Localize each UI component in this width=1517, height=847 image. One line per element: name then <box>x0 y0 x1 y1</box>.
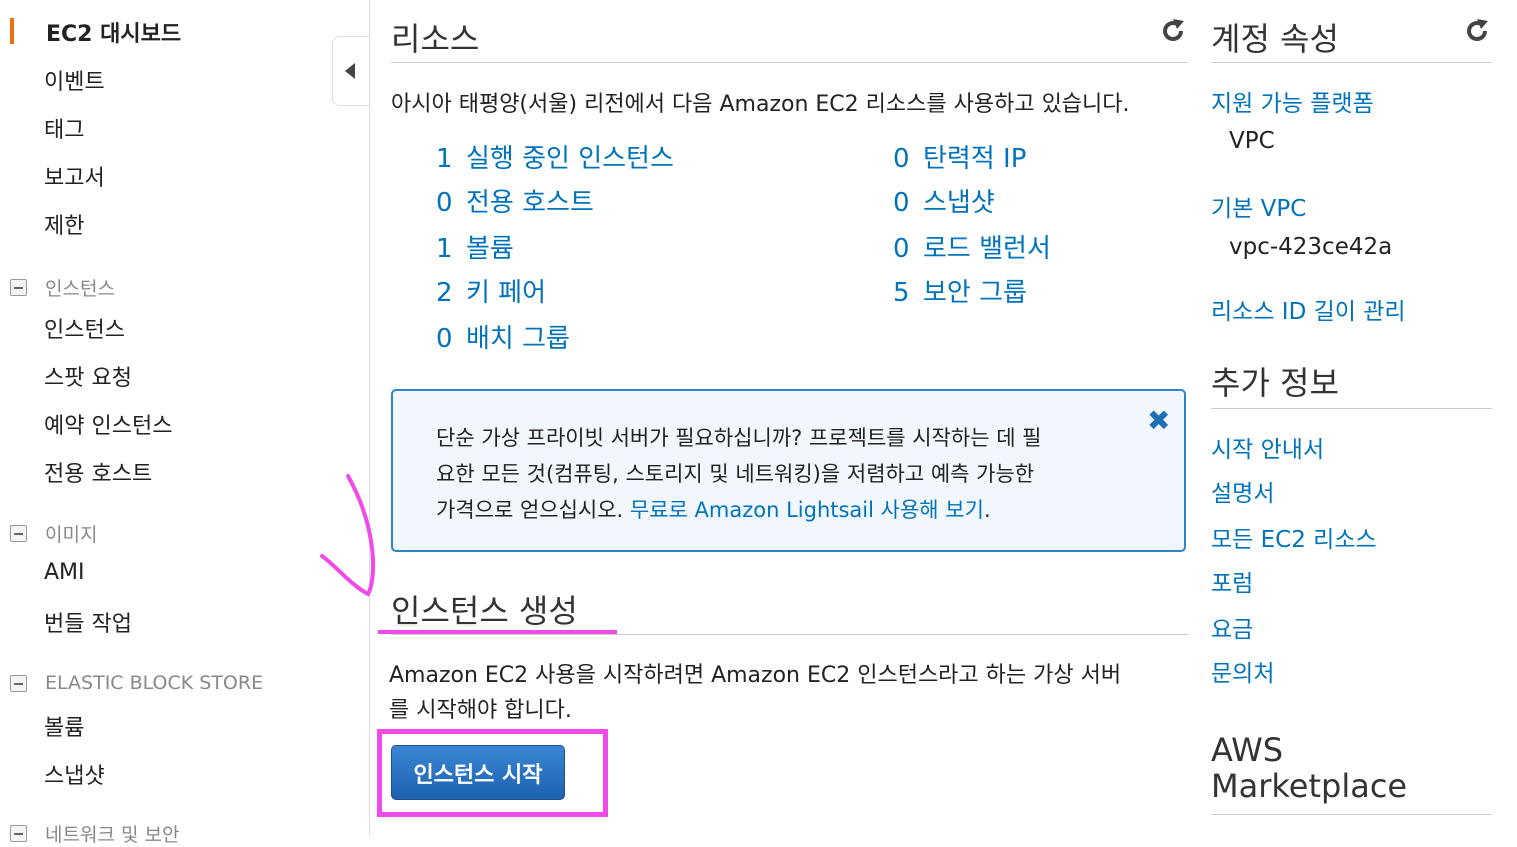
lightsail-link[interactable]: 무료로 Amazon Lightsail 사용해 보기 <box>630 498 984 522</box>
notice-line-3: 가격으로 얻으십시오. 무료로 Amazon Lightsail 사용해 보기. <box>436 494 991 524</box>
sidebar-collapse-handle[interactable] <box>332 36 369 106</box>
notice-line-2: 요한 모든 것(컴퓨팅, 스토리지 및 네트워킹)을 저렴하고 예측 가능한 <box>436 462 1035 486</box>
refresh-icon[interactable] <box>1160 18 1186 44</box>
close-icon[interactable]: ✖ <box>1147 404 1170 437</box>
resource-count: 2 <box>436 278 453 308</box>
info-link-getting-started[interactable]: 시작 안내서 <box>1211 430 1324 464</box>
notice-line-3-text: 가격으로 얻으십시오. <box>436 498 630 522</box>
info-link-forums[interactable]: 포럼 <box>1211 564 1253 598</box>
resource-id-length-link[interactable]: 리소스 ID 길이 관리 <box>1211 292 1406 326</box>
marketplace-title-line-2: Marketplace <box>1211 767 1408 805</box>
resource-link-load-balancers[interactable]: 0 로드 밸런서 <box>893 228 1051 265</box>
resource-count: 0 <box>893 234 910 264</box>
sidebar-section-ebs[interactable]: ELASTIC BLOCK STORE <box>10 672 263 694</box>
resource-label: 보안 그룹 <box>923 278 1027 308</box>
info-link-contact[interactable]: 문의처 <box>1211 654 1274 688</box>
resource-label: 로드 밸런서 <box>923 234 1051 264</box>
sidebar-section-label: 인스턴스 <box>45 278 115 300</box>
resource-count: 0 <box>893 144 910 174</box>
create-instance-divider <box>391 634 1188 635</box>
sidebar-item-reserved-instances[interactable]: 예약 인스턴스 <box>44 408 172 440</box>
sidebar-section-label: 네트워크 및 보안 <box>45 824 180 846</box>
info-link-all-ec2-resources[interactable]: 모든 EC2 리소스 <box>1211 520 1377 554</box>
info-link-documentation[interactable]: 설명서 <box>1211 474 1274 508</box>
collapse-minus-icon[interactable] <box>10 674 27 692</box>
resource-count: 1 <box>436 144 453 174</box>
collapse-minus-icon[interactable] <box>10 279 27 296</box>
supported-platforms-value: VPC <box>1229 128 1275 154</box>
resource-count: 0 <box>436 324 453 354</box>
account-divider <box>1211 62 1492 63</box>
resource-count: 1 <box>436 234 453 264</box>
sidebar-divider <box>369 0 370 835</box>
refresh-icon[interactable] <box>1464 18 1490 44</box>
sidebar-section-instances[interactable]: 인스턴스 <box>10 274 115 301</box>
resource-link-volumes[interactable]: 1 볼륨 <box>436 228 514 265</box>
additional-info-title: 추가 정보 <box>1211 364 1339 402</box>
additional-info-divider <box>1211 408 1492 409</box>
sidebar-item-instances[interactable]: 인스턴스 <box>44 312 125 344</box>
resource-count: 5 <box>893 278 910 308</box>
default-vpc-link[interactable]: 기본 VPC <box>1211 189 1306 223</box>
launch-instance-button[interactable]: 인스턴스 시작 <box>391 745 565 800</box>
resource-link-dedicated-hosts[interactable]: 0 전용 호스트 <box>436 182 594 219</box>
account-attributes-title: 계정 속성 <box>1211 20 1339 58</box>
resource-label: 스냅샷 <box>923 188 995 218</box>
resource-label: 키 페어 <box>466 278 547 308</box>
sidebar-section-label: 이미지 <box>45 524 98 546</box>
resource-link-placement-groups[interactable]: 0 배치 그룹 <box>436 318 570 355</box>
sidebar-item-spot-requests[interactable]: 스팟 요청 <box>44 360 132 392</box>
sidebar-section-network-security[interactable]: 네트워크 및 보안 <box>10 820 179 847</box>
sidebar-item-tags[interactable]: 태그 <box>44 112 84 144</box>
resource-count: 0 <box>436 188 453 218</box>
info-link-pricing[interactable]: 요금 <box>1211 610 1253 644</box>
sidebar-item-ami[interactable]: AMI <box>44 560 85 585</box>
create-instance-title: 인스턴스 생성 <box>391 592 578 630</box>
create-instance-desc-1: Amazon EC2 사용을 시작하려면 Amazon EC2 인스턴스라고 하… <box>389 663 1122 688</box>
notice-line-1: 단순 가상 프라이빗 서버가 필요하십니까? 프로젝트를 시작하는 데 필 <box>436 426 1042 450</box>
annotation-check-mark <box>320 474 376 597</box>
active-indicator <box>10 18 14 44</box>
notice-line-3-end: . <box>983 498 991 522</box>
default-vpc-value: vpc-423ce42a <box>1229 234 1393 260</box>
resource-label: 볼륨 <box>466 234 514 264</box>
sidebar-item-dedicated-hosts[interactable]: 전용 호스트 <box>44 456 152 488</box>
supported-platforms-link[interactable]: 지원 가능 플랫폼 <box>1211 84 1374 118</box>
create-instance-desc-2: 를 시작해야 합니다. <box>389 698 572 723</box>
resource-label: 배치 그룹 <box>466 324 570 354</box>
marketplace-title-line-1: AWS <box>1211 731 1284 769</box>
resource-label: 실행 중인 인스턴스 <box>466 144 674 174</box>
sidebar-section-label: ELASTIC BLOCK STORE <box>45 672 264 694</box>
resource-label: 탄력적 IP <box>923 144 1027 174</box>
annotation-underline <box>378 630 617 634</box>
resource-link-snapshots[interactable]: 0 스냅샷 <box>893 182 995 219</box>
sidebar-item-volumes[interactable]: 볼륨 <box>44 710 84 742</box>
resources-title: 리소스 <box>391 20 480 58</box>
resource-link-running-instances[interactable]: 1 실행 중인 인스턴스 <box>436 138 674 175</box>
resource-link-security-groups[interactable]: 5 보안 그룹 <box>893 272 1027 309</box>
resource-link-key-pairs[interactable]: 2 키 페어 <box>436 272 546 309</box>
resource-link-elastic-ips[interactable]: 0 탄력적 IP <box>893 138 1026 175</box>
sidebar-item-limits[interactable]: 제한 <box>44 208 84 240</box>
marketplace-divider <box>1211 814 1492 815</box>
resource-count: 0 <box>893 188 910 218</box>
sidebar-item-ec2-dashboard[interactable]: EC2 대시보드 <box>46 16 181 48</box>
marketplace-title: AWS Marketplace <box>1211 732 1407 804</box>
sidebar-item-bundle-tasks[interactable]: 번들 작업 <box>44 606 132 638</box>
sidebar-item-reports[interactable]: 보고서 <box>44 160 105 192</box>
resources-divider <box>391 62 1188 63</box>
sidebar: EC2 대시보드 이벤트 태그 보고서 제한 인스턴스 인스턴스 스팟 요청 예… <box>0 0 330 846</box>
collapse-minus-icon[interactable] <box>10 825 27 842</box>
collapse-minus-icon[interactable] <box>10 525 27 542</box>
resources-description: 아시아 태평양(서울) 리전에서 다음 Amazon EC2 리소스를 사용하고… <box>391 92 1130 117</box>
sidebar-item-snapshots[interactable]: 스냅샷 <box>44 758 105 790</box>
resource-label: 전용 호스트 <box>466 188 594 218</box>
sidebar-section-images[interactable]: 이미지 <box>10 520 97 547</box>
sidebar-item-events[interactable]: 이벤트 <box>44 64 105 96</box>
